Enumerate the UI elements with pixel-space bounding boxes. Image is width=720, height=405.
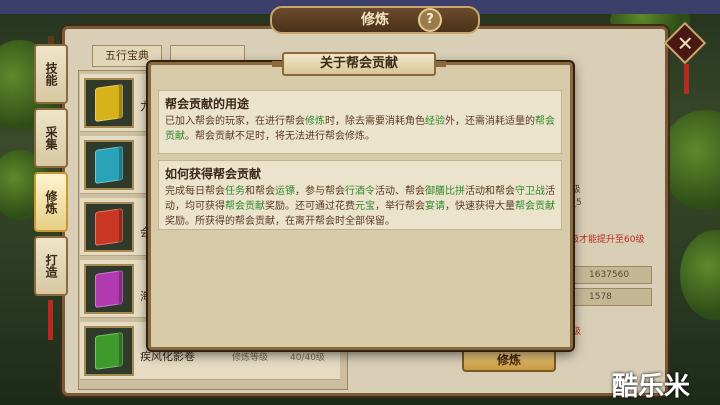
item-name: 疾风化影卷 — [140, 350, 195, 363]
book-frame — [84, 202, 134, 252]
level-warning: 级 — [572, 327, 582, 337]
level-warning: 级才能提升至60级 — [570, 235, 645, 245]
tab-crafting[interactable]: 打造 — [34, 236, 68, 296]
stat-value: 1637560 — [589, 270, 630, 280]
book-frame — [84, 140, 134, 190]
book-icon — [95, 332, 123, 370]
tab-skills[interactable]: 技能 — [34, 44, 68, 104]
dialog-title: 关于帮会贡献 — [272, 52, 446, 76]
section-body: 完成每日帮会任务和帮会运镖，参与帮会行酒令活动、帮会御膳比拼活动和帮会守卫战活动… — [165, 186, 555, 227]
item-level-count: 40/40级 — [290, 353, 325, 363]
book-icon — [95, 84, 123, 122]
book-icon — [95, 146, 123, 184]
book-frame — [84, 78, 134, 128]
close-icon: ✕ — [676, 31, 694, 56]
background-tree — [680, 230, 720, 320]
tab-gathering[interactable]: 采集 — [34, 108, 68, 168]
usage-section: 帮会贡献的用途 已加入帮会的玩家，在进行帮会修炼时，除去需要消耗角色经验外，还需… — [158, 90, 562, 154]
help-icon[interactable]: ? — [418, 8, 442, 32]
obtain-section: 如何获得帮会贡献 完成每日帮会任务和帮会运镖，参与帮会行酒令活动、帮会御膳比拼活… — [158, 160, 562, 230]
item-level-label: 修炼等级 — [232, 353, 269, 363]
book-frame — [84, 326, 134, 376]
book-frame — [84, 264, 134, 314]
background-tree — [660, 110, 720, 210]
book-icon — [95, 270, 123, 308]
book-icon — [95, 208, 123, 246]
section-body: 已加入帮会的玩家，在进行帮会修炼时，除去需要消耗角色经验外，还需消耗适量的帮会贡… — [165, 116, 555, 142]
watermark-logo: 酷乐米 — [612, 372, 691, 402]
panel-title: 修炼 — [270, 6, 480, 34]
section-heading: 帮会贡献的用途 — [165, 97, 250, 111]
cultivate-button[interactable]: 修炼 — [462, 348, 556, 372]
tassel-decoration — [684, 64, 689, 94]
tassel-decoration — [48, 300, 53, 340]
stat-value: 1578 — [589, 292, 612, 302]
tab-cultivation[interactable]: 修炼 — [34, 172, 68, 232]
section-heading: 如何获得帮会贡献 — [165, 167, 262, 181]
